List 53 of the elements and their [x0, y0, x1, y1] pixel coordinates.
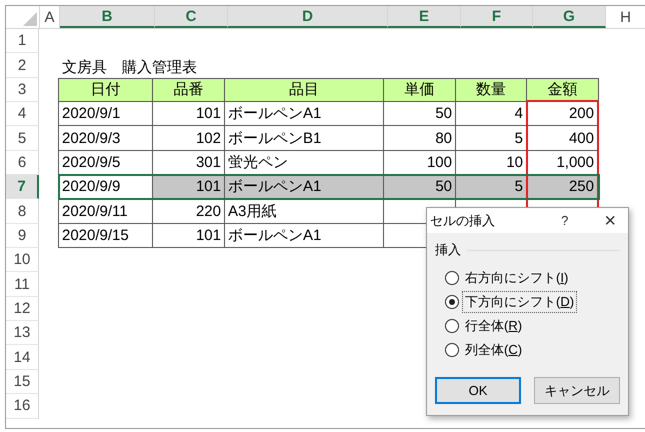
column-header[interactable]: F: [461, 6, 533, 28]
radio-button[interactable]: [445, 295, 459, 309]
row-header[interactable]: 14: [6, 345, 39, 370]
table-cell: 50: [383, 175, 456, 200]
sheet-title: 文房具 購入管理表: [61, 58, 197, 78]
row-header[interactable]: 2: [6, 53, 39, 78]
table-cell: 5: [455, 175, 527, 200]
table-cell: 250: [526, 175, 599, 200]
row-header[interactable]: 9: [6, 224, 39, 248]
help-button[interactable]: ?: [561, 213, 568, 228]
table-cell: 2020/9/1: [58, 102, 153, 126]
column-heading: 品目: [224, 78, 384, 102]
option-label[interactable]: 行全体(R): [462, 315, 526, 337]
radio-button[interactable]: [445, 271, 459, 285]
column-header[interactable]: E: [388, 6, 461, 28]
table-cell: 2020/9/3: [58, 126, 153, 151]
row-header[interactable]: 16: [6, 394, 39, 418]
row-header[interactable]: 4: [6, 102, 39, 126]
row-header[interactable]: 5: [6, 126, 39, 151]
group-label: 挿入: [435, 241, 461, 259]
column-heading: 品番: [152, 78, 225, 102]
table-cell: 2020/9/15: [58, 224, 153, 248]
column-header[interactable]: B: [60, 6, 155, 28]
row-header[interactable]: 12: [6, 296, 39, 322]
row-header[interactable]: 11: [6, 272, 39, 297]
column-header[interactable]: G: [533, 6, 606, 28]
column-heading: 数量: [455, 78, 527, 102]
column-heading: 日付: [58, 78, 153, 102]
close-button[interactable]: ×: [604, 210, 616, 230]
option-label[interactable]: 下方向にシフト(D): [462, 291, 578, 313]
column-header[interactable]: C: [155, 6, 228, 28]
option-label[interactable]: 列全体(C): [462, 339, 526, 361]
dialog-title: セルの挿入: [430, 212, 495, 230]
table-cell: 200: [526, 102, 599, 126]
table-cell: 101: [152, 175, 225, 200]
option-label[interactable]: 右方向にシフト(I): [462, 267, 572, 289]
row-header[interactable]: 8: [6, 199, 39, 224]
row-header[interactable]: 7: [6, 175, 39, 200]
radio-button[interactable]: [445, 343, 459, 357]
table-cell: 2020/9/11: [58, 199, 153, 224]
column-heading: 金額: [526, 78, 599, 102]
column-header[interactable]: D: [228, 6, 388, 28]
row-header[interactable]: 13: [6, 321, 39, 346]
column-heading: 単価: [383, 78, 456, 102]
row-header[interactable]: 10: [6, 248, 39, 272]
row-header[interactable]: 1: [6, 29, 39, 54]
row-header[interactable]: 15: [6, 370, 39, 394]
table-cell: 400: [526, 126, 599, 151]
cancel-button[interactable]: キャンセル: [534, 377, 620, 404]
radio-button[interactable]: [445, 319, 459, 333]
row-header[interactable]: 3: [6, 78, 39, 102]
table-cell: ボールペンA1: [224, 175, 384, 200]
ok-button[interactable]: OK: [435, 377, 521, 404]
